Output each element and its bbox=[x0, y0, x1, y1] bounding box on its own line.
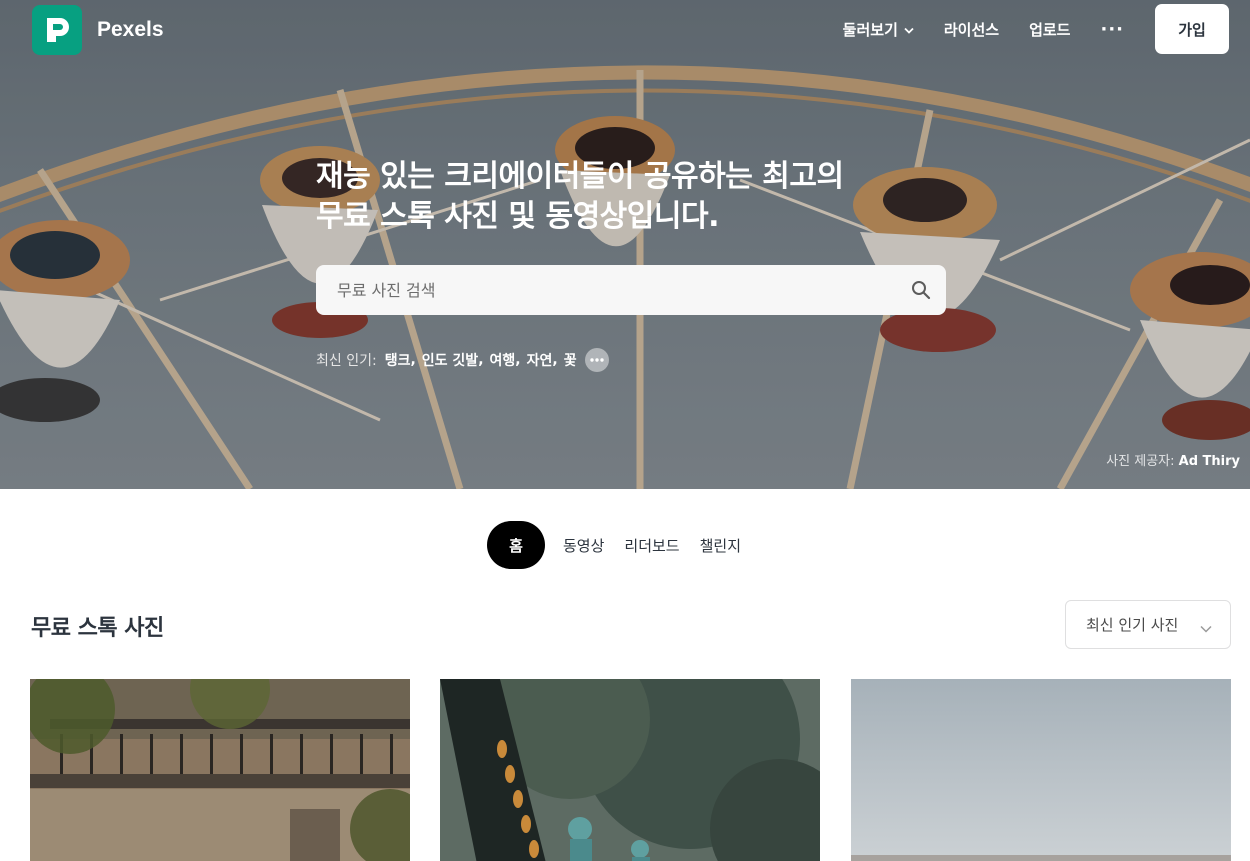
photo-card[interactable] bbox=[30, 679, 410, 861]
nav-browse-label: 둘러보기 bbox=[842, 20, 898, 39]
chevron-down-icon bbox=[1200, 619, 1212, 637]
trending-separator: , bbox=[515, 352, 521, 368]
trending-label: 최신 인기: bbox=[316, 353, 377, 369]
sort-dropdown[interactable]: 최신 인기 사진 bbox=[1065, 600, 1231, 649]
hero-headline: 재능 있는 크리에이터들이 공유하는 최고의 무료 스톡 사진 및 동영상입니다… bbox=[316, 157, 956, 237]
more-horizontal-icon[interactable] bbox=[584, 348, 609, 372]
tab-home[interactable]: 홈 bbox=[487, 521, 545, 569]
trending-tag-nature[interactable]: 자연 bbox=[527, 350, 553, 370]
search-icon[interactable] bbox=[896, 265, 946, 315]
credit-author-link[interactable]: Ad Thiry bbox=[1179, 454, 1240, 469]
headline-line-1: 재능 있는 크리에이터들이 공유하는 최고의 bbox=[316, 159, 844, 194]
hero-banner: Pexels 둘러보기 라이선스 업로드 ··· 가입 재능 있는 크리에이터들… bbox=[0, 0, 1250, 489]
trending-tag-tank[interactable]: 탱크 bbox=[385, 350, 411, 370]
search-bar bbox=[316, 265, 946, 315]
search-input[interactable] bbox=[316, 265, 896, 315]
trending-searches: 최신 인기: 탱크, 인도 깃발, 여행, 자연, 꽃 bbox=[316, 346, 609, 374]
join-button[interactable]: 가입 bbox=[1155, 4, 1229, 54]
sort-dropdown-label: 최신 인기 사진 bbox=[1086, 616, 1179, 634]
trending-tag-india-flag[interactable]: 인도 깃발 bbox=[422, 350, 478, 370]
brand-name: Pexels bbox=[97, 18, 164, 41]
photo-image bbox=[440, 679, 820, 861]
tab-challenges[interactable]: 챌린지 bbox=[690, 521, 751, 569]
photo-image bbox=[851, 679, 1231, 861]
credit-prefix: 사진 제공자: bbox=[1106, 454, 1175, 469]
nav-browse-menu[interactable]: 둘러보기 bbox=[843, 19, 914, 40]
pexels-logo-link[interactable]: Pexels bbox=[32, 5, 164, 55]
content-tabs: 홈 동영상 리더보드 챌린지 bbox=[487, 521, 751, 569]
more-horizontal-icon[interactable]: ··· bbox=[1100, 19, 1124, 40]
trending-tag-flower[interactable]: 꽃 bbox=[564, 350, 577, 370]
hero-overlay bbox=[0, 0, 1250, 489]
headline-line-2: 무료 스톡 사진 및 동영상입니다. bbox=[316, 199, 719, 234]
photo-credit: 사진 제공자: Ad Thiry bbox=[1106, 450, 1240, 469]
section-title: 무료 스톡 사진 bbox=[31, 616, 164, 641]
chevron-down-icon bbox=[904, 20, 914, 38]
trending-separator: , bbox=[410, 352, 416, 368]
top-nav: Pexels 둘러보기 라이선스 업로드 ··· 가입 bbox=[0, 0, 1250, 58]
photo-card[interactable] bbox=[851, 679, 1231, 861]
photo-card[interactable] bbox=[440, 679, 820, 861]
nav-links: 둘러보기 라이선스 업로드 ··· 가입 bbox=[843, 4, 1229, 54]
nav-upload-link[interactable]: 업로드 bbox=[1029, 19, 1070, 40]
pexels-logo-icon bbox=[32, 5, 82, 55]
photo-image bbox=[30, 679, 410, 861]
trending-separator: , bbox=[552, 352, 558, 368]
nav-license-link[interactable]: 라이선스 bbox=[944, 19, 999, 40]
tab-videos[interactable]: 동영상 bbox=[553, 521, 614, 569]
trending-tag-travel[interactable]: 여행 bbox=[490, 350, 516, 370]
tab-leaderboard[interactable]: 리더보드 bbox=[614, 521, 689, 569]
trending-separator: , bbox=[478, 352, 484, 368]
